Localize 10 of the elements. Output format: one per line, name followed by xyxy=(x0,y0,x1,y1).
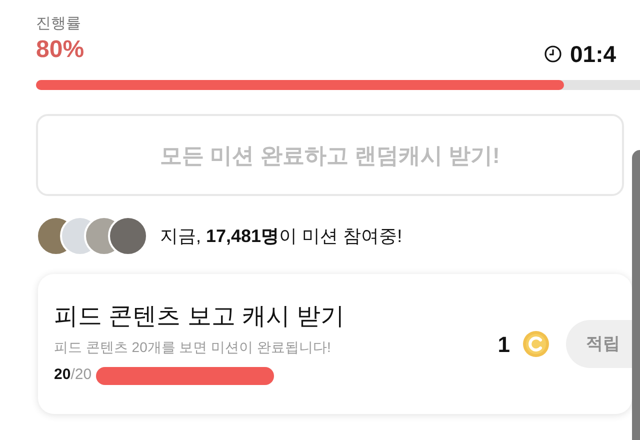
mission-count: 20/20 xyxy=(54,365,92,386)
progress-label: 진행률 xyxy=(36,14,81,34)
progress-percent: 80% xyxy=(36,35,84,65)
clock-icon xyxy=(544,45,562,63)
timer-text: 01:4 xyxy=(570,40,616,68)
mission-description: 피드 콘텐츠 20개를 보면 미션이 완료됩니다! xyxy=(54,338,331,358)
mission-title: 피드 콘텐츠 보고 캐시 받기 xyxy=(54,302,345,332)
participants-text: 지금, 17,481명이 미션 참여중! xyxy=(160,224,402,248)
reward-amount: 1 xyxy=(498,330,510,358)
coin-icon xyxy=(522,330,550,358)
